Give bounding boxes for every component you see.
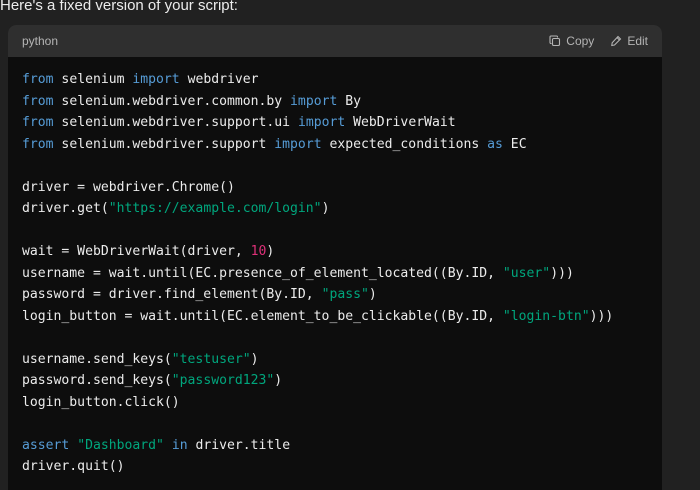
code-line: username.send_keys("testuser"): [22, 349, 648, 371]
code-text: driver.title: [187, 437, 291, 453]
code-string: "login-btn": [502, 308, 590, 324]
code-text: WebDriverWait: [345, 115, 456, 130]
edit-button[interactable]: Edit: [610, 34, 648, 48]
code-text: driver.get(: [22, 201, 109, 216]
code-text: password = driver.find_element(By.ID,: [22, 287, 322, 302]
code-text: ))): [550, 265, 574, 281]
code-line: username = wait.until(EC.presence_of_ele…: [22, 263, 648, 285]
assistant-message-intro: Here's a fixed version of your script:: [0, 0, 238, 14]
code-string: "https://example.com/login": [108, 201, 322, 216]
code-keyword: in: [171, 437, 188, 453]
code-keyword: from: [22, 93, 54, 109]
code-line: password = driver.find_element(By.ID, "p…: [22, 284, 648, 306]
code-text: webdriver: [179, 72, 259, 87]
code-text: ))): [589, 308, 614, 324]
code-block-header: python Copy Edit: [8, 25, 662, 57]
code-keyword: from: [22, 136, 54, 152]
code-keyword: import: [290, 93, 338, 109]
code-keyword: from: [22, 72, 54, 87]
code-string: "password123": [171, 373, 275, 388]
code-line: login_button = wait.until(EC.element_to_…: [22, 306, 648, 328]
code-keyword: as: [487, 136, 503, 152]
code-text: ): [368, 287, 377, 302]
code-text: selenium.webdriver.support.ui: [53, 115, 298, 130]
edit-pencil-icon: [610, 35, 622, 47]
edit-button-label: Edit: [627, 34, 648, 48]
code-text: selenium.webdriver.support: [53, 136, 275, 152]
code-text: ): [274, 373, 283, 388]
code-line: wait = WebDriverWait(driver, 10): [22, 241, 648, 263]
code-string: "Dashboard": [77, 437, 164, 453]
copy-button[interactable]: Copy: [549, 34, 594, 48]
code-keyword: import: [274, 136, 322, 152]
code-content: from selenium import webdriver from selen…: [8, 57, 662, 478]
code-line: driver.quit(): [22, 456, 648, 478]
code-text: selenium: [53, 72, 133, 87]
code-line: from selenium.webdriver.common.by import…: [22, 91, 648, 113]
code-line: from selenium.webdriver.support.ui impor…: [22, 112, 648, 134]
code-line: password.send_keys("password123"): [22, 370, 648, 392]
code-block-actions: Copy Edit: [549, 34, 648, 48]
code-text: driver = webdriver.Chrome(): [22, 179, 235, 195]
code-line: from selenium import webdriver: [22, 69, 648, 91]
code-text: ): [321, 201, 330, 216]
code-text: password.send_keys(: [22, 373, 172, 388]
code-keyword: from: [22, 115, 54, 130]
code-keyword: import: [132, 72, 180, 87]
code-text: ): [250, 351, 259, 367]
code-text: By: [337, 93, 362, 109]
code-text: driver.quit(): [22, 459, 125, 474]
code-text: expected_conditions: [321, 136, 488, 152]
code-text: ): [266, 244, 275, 259]
code-text: login_button.click(): [22, 394, 180, 410]
code-line: driver.get("https://example.com/login"): [22, 198, 648, 220]
code-string: "user": [502, 265, 551, 281]
code-text: username = wait.until(EC.presence_of_ele…: [22, 265, 503, 281]
code-text: login_button = wait.until(EC.element_to_…: [22, 308, 503, 324]
code-string: "testuser": [171, 351, 251, 367]
code-number: 10: [250, 244, 267, 259]
code-text: wait = WebDriverWait(driver,: [22, 244, 251, 259]
code-line: driver = webdriver.Chrome(): [22, 177, 648, 199]
copy-icon: [549, 35, 561, 47]
code-line: assert "Dashboard" in driver.title: [22, 435, 648, 457]
code-string: "pass": [321, 287, 369, 302]
code-line: from selenium.webdriver.support import e…: [22, 134, 648, 156]
code-language-label: python: [22, 34, 59, 48]
code-text: EC: [502, 136, 527, 152]
code-keyword: assert: [22, 437, 70, 453]
code-block: python Copy Edit from selenium import we…: [8, 25, 662, 490]
code-keyword: import: [297, 115, 346, 130]
copy-button-label: Copy: [566, 34, 595, 48]
code-line: login_button.click(): [22, 392, 648, 414]
code-text: selenium.webdriver.common.by: [53, 93, 291, 109]
code-text: username.send_keys(: [22, 351, 172, 367]
